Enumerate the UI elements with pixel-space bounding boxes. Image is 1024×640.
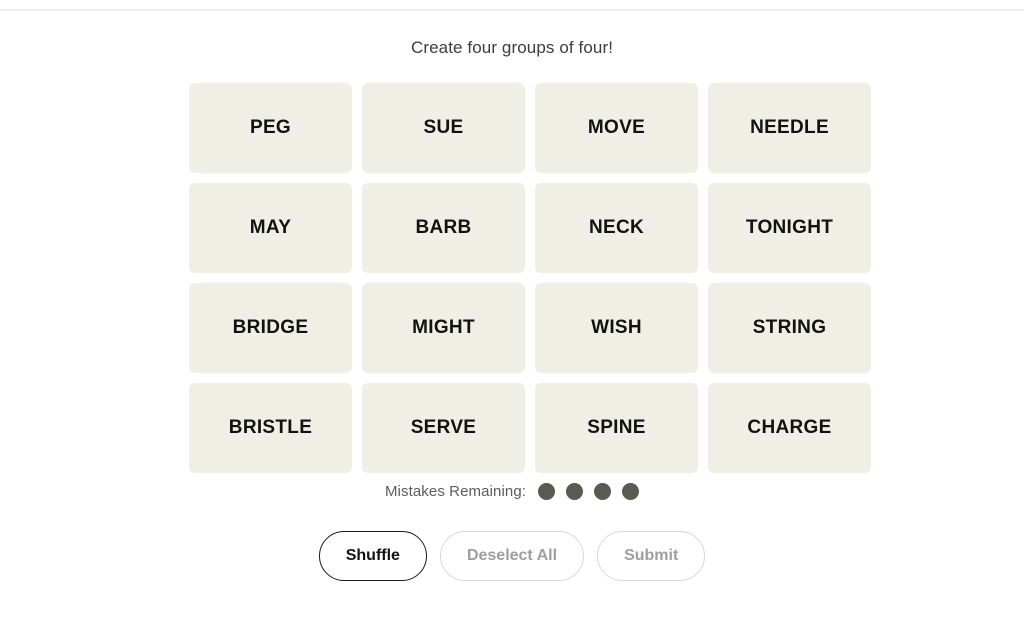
mistake-dot (622, 483, 640, 500)
word-tile-label: MOVE (587, 117, 646, 138)
word-tile[interactable]: NECK (535, 183, 698, 273)
word-tile-label: SUE (423, 117, 464, 138)
deselect-all-button[interactable]: Deselect All (439, 531, 585, 581)
connections-game: Create four groups of four! PEG SUE MOVE NE… (0, 0, 1024, 640)
word-tile[interactable]: SUE (362, 83, 525, 173)
word-tile-label: PEG (249, 117, 292, 138)
word-tile[interactable]: MIGHT (362, 283, 525, 373)
word-tile-label: NEEDLE (750, 117, 829, 138)
mistakes-remaining: Mistakes Remaining: (0, 483, 1024, 500)
word-tile[interactable]: WISH (535, 283, 698, 373)
word-tile[interactable]: SPINE (535, 383, 698, 473)
word-tile[interactable]: BRIDGE (189, 283, 352, 373)
word-tile-label: CHARGE (747, 417, 832, 438)
word-tile[interactable]: BRISTLE (189, 383, 352, 473)
word-tile[interactable]: MAY (189, 183, 352, 273)
word-tile-label: STRING (752, 317, 827, 338)
word-tile[interactable]: NEEDLE (708, 83, 871, 173)
shuffle-button[interactable]: Shuffle (318, 531, 427, 581)
mistake-dot (566, 483, 584, 500)
word-tile-label: MIGHT (412, 317, 475, 338)
mistake-dot (594, 483, 612, 500)
page-title: Create four groups of four! (410, 38, 614, 57)
control-buttons: Shuffle Deselect All Submit (0, 531, 1024, 581)
mistake-dot (538, 483, 556, 500)
mistakes-remaining-label: Mistakes Remaining: (384, 483, 527, 500)
word-tile-label: SPINE (587, 417, 646, 438)
word-tile[interactable]: BARB (362, 183, 525, 273)
word-tile[interactable]: SERVE (362, 383, 525, 473)
word-tile-label: SERVE (410, 417, 477, 438)
word-tile[interactable]: CHARGE (708, 383, 871, 473)
word-tile[interactable]: MOVE (535, 83, 698, 173)
word-tile-label: TONIGHT (745, 217, 834, 238)
submit-button[interactable]: Submit (597, 531, 706, 581)
word-tile[interactable]: PEG (189, 83, 352, 173)
word-tile[interactable]: STRING (708, 283, 871, 373)
word-tile-label: BRISTLE (228, 417, 313, 438)
word-tile[interactable]: TONIGHT (708, 183, 871, 273)
mistakes-dots (538, 483, 640, 500)
word-grid: PEG SUE MOVE NEEDLE MAY BARB NECK TONIGHT BRIDGE… (189, 83, 871, 473)
word-tile-label: NECK (588, 217, 645, 238)
word-tile-label: WISH (591, 317, 642, 338)
word-tile-label: BARB (415, 217, 472, 238)
word-tile-label: BRIDGE (232, 317, 309, 338)
word-tile-label: MAY (249, 217, 292, 238)
